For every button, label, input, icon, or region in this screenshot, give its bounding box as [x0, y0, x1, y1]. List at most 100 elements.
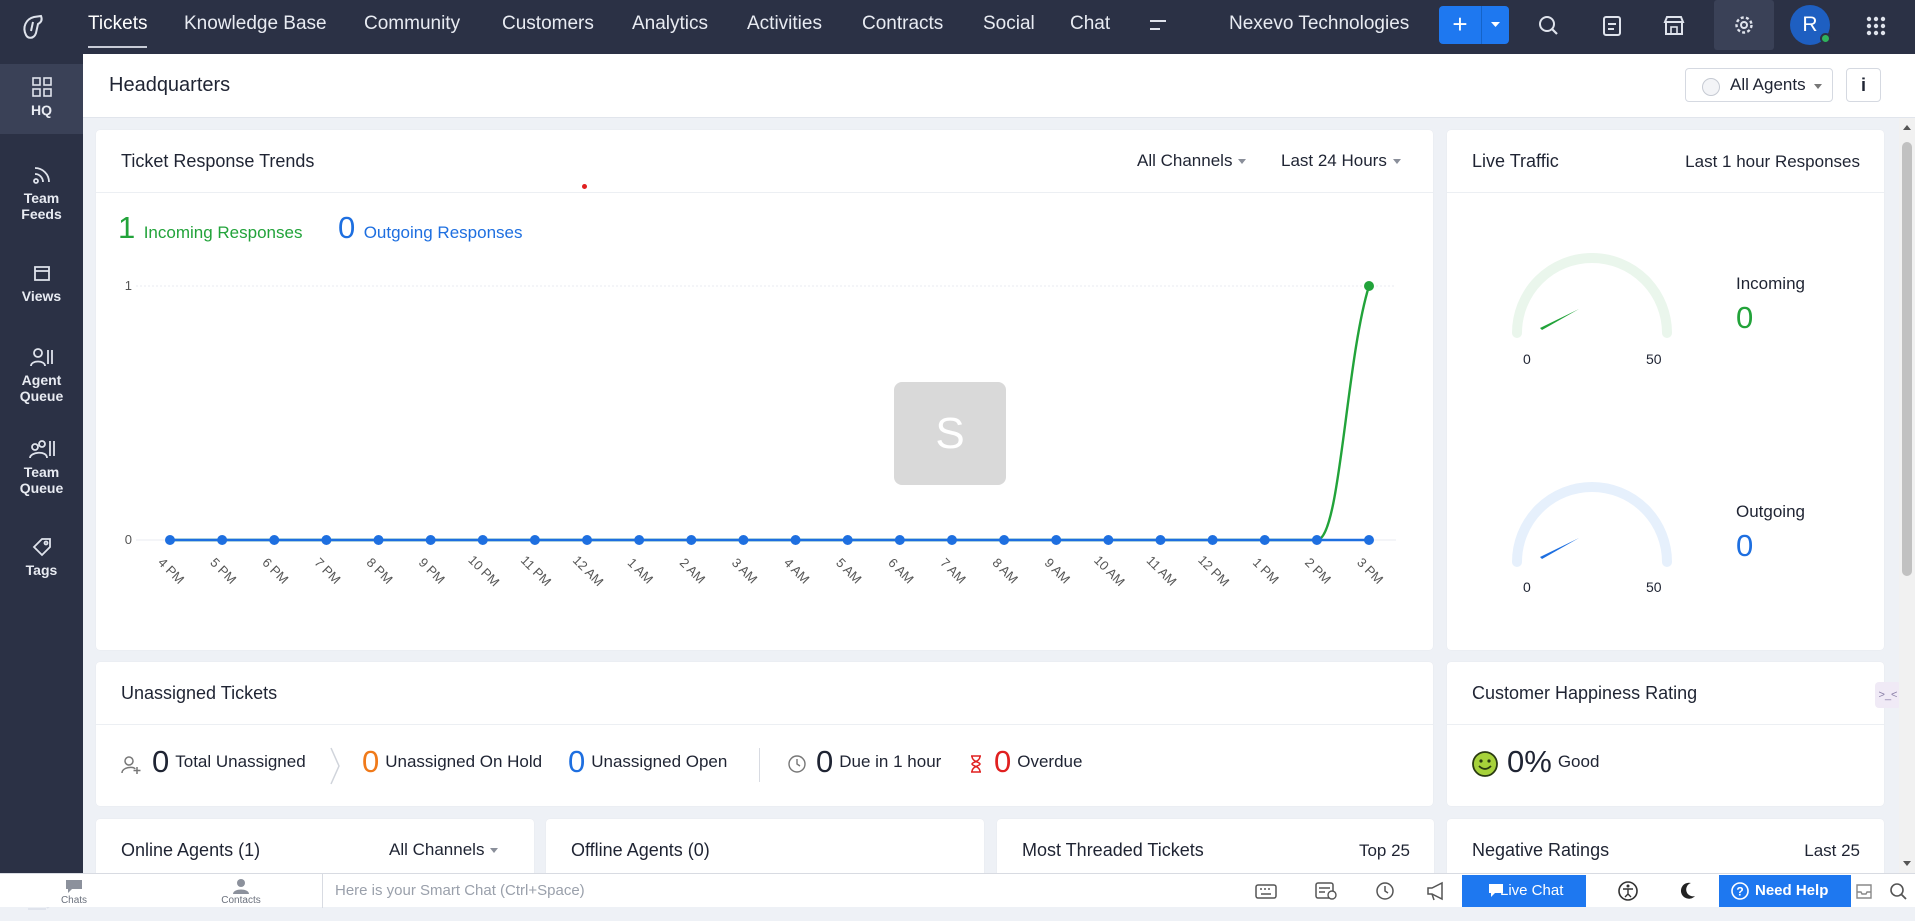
sidebar-item-views[interactable]: Views: [0, 262, 83, 304]
need-help-button[interactable]: ? Need Help: [1719, 875, 1851, 907]
tab-customers[interactable]: Customers: [502, 0, 594, 54]
sidebar-item-label: Team Queue: [19, 464, 64, 496]
x-tick-label: 8 PM: [364, 555, 396, 587]
scroll-up-arrow-icon[interactable]: [1901, 122, 1913, 132]
tab-chat[interactable]: Chat: [1070, 0, 1110, 54]
happiness-good-stat[interactable]: 0% Good: [1507, 744, 1599, 780]
caret-down-icon: [1491, 22, 1500, 27]
data-point: [634, 535, 645, 545]
gauge-max: 50: [1646, 579, 1662, 595]
chevron-right-icon: [330, 747, 340, 785]
smart-chat-input[interactable]: Here is your Smart Chat (Ctrl+Space): [322, 874, 1234, 908]
channel-filter-label: All Channels: [389, 840, 485, 859]
live-chat-icon: [1489, 884, 1503, 897]
unassigned-on-hold-stat[interactable]: 0 Unassigned On Hold: [362, 744, 542, 780]
live-chat-label: Live Chat: [1500, 882, 1564, 899]
tab-social[interactable]: Social: [983, 0, 1035, 54]
more-menu-icon[interactable]: [1148, 17, 1168, 33]
data-point: [999, 535, 1010, 545]
card-title: Most Threaded Tickets: [1022, 840, 1204, 860]
sidebar-item-agent-queue[interactable]: Agent Queue: [0, 346, 83, 404]
organization-name[interactable]: Nexevo Technologies: [1229, 0, 1409, 48]
clock-icon: [788, 755, 806, 773]
new-item-dropdown[interactable]: [1482, 6, 1509, 44]
bottom-search-icon[interactable]: [1886, 874, 1910, 908]
marketplace-icon[interactable]: [1656, 8, 1692, 44]
online-agents-channel-dropdown[interactable]: All Channels: [389, 840, 499, 860]
announcement-megaphone-icon[interactable]: [1424, 874, 1450, 908]
unassigned-user-icon: [121, 756, 141, 774]
tab-tickets[interactable]: Tickets: [88, 0, 148, 54]
response-trend-chart: 0 1 4 PM 5 PM 6 PM 7 PM 8 PM 9 PM 10 PM 11 PM 12 A…: [125, 278, 1396, 589]
accessibility-icon[interactable]: [1614, 874, 1642, 908]
apps-grid-icon[interactable]: [1858, 8, 1894, 44]
data-point: [217, 535, 228, 545]
sidebar-item-label: Views: [21, 288, 62, 304]
tab-analytics[interactable]: Analytics: [632, 0, 708, 54]
user-avatar[interactable]: R: [1790, 5, 1831, 45]
live-traffic-card: Live Traffic Last 1 hour Responses 0 50 …: [1447, 130, 1884, 650]
data-point: [946, 535, 957, 545]
x-tick-label: 4 PM: [155, 555, 187, 587]
page-scrollbar[interactable]: [1899, 118, 1915, 873]
stat-value: 0%: [1507, 744, 1552, 779]
y-tick-label: 0: [125, 532, 132, 547]
x-tick-label: 1 AM: [625, 555, 657, 587]
sidebar-item-team-queue[interactable]: Team Queue: [0, 438, 83, 496]
x-tick-label: 5 PM: [207, 555, 239, 587]
need-help-label: Need Help: [1755, 882, 1829, 899]
data-point: [1103, 535, 1114, 545]
live-traffic-period: Last 1 hour Responses: [1685, 152, 1860, 171]
notes-icon[interactable]: [1594, 8, 1630, 44]
x-tick-label: 11 AM: [1144, 553, 1180, 589]
x-tick-label: 11 PM: [518, 553, 554, 589]
chats-button[interactable]: Chats: [44, 874, 104, 908]
grid-icon: [31, 77, 52, 97]
unassigned-open-stat[interactable]: 0 Unassigned Open: [568, 744, 727, 780]
data-point: [1364, 535, 1374, 545]
settings-button[interactable]: [1714, 0, 1774, 50]
offline-agents-card: Offline Agents (0): [546, 819, 984, 879]
notifications-tray-icon[interactable]: [1852, 874, 1876, 908]
tab-community[interactable]: Community: [364, 0, 460, 54]
contacts-button[interactable]: Contacts: [210, 874, 272, 908]
new-item-button[interactable]: +: [1439, 6, 1509, 44]
x-tick-label: 6 PM: [259, 555, 291, 587]
total-unassigned-stat[interactable]: 0 Total Unassigned: [152, 744, 306, 780]
data-point: [686, 535, 697, 545]
gauge-max: 50: [1646, 351, 1662, 367]
scrollbar-thumb[interactable]: [1902, 142, 1912, 576]
sidebar-item-hq[interactable]: HQ: [0, 64, 83, 134]
x-tick-label: 8 AM: [989, 555, 1021, 587]
tab-contracts[interactable]: Contracts: [862, 0, 943, 54]
sidebar-item-team-feeds[interactable]: Team Feeds: [0, 164, 83, 222]
x-tick-label: 10 AM: [1091, 552, 1128, 589]
dark-mode-moon-icon[interactable]: [1675, 874, 1701, 908]
scroll-down-arrow-icon[interactable]: [1901, 859, 1913, 869]
history-clock-icon[interactable]: [1372, 874, 1398, 908]
due-in-1-hour-stat[interactable]: 0 Due in 1 hour: [816, 744, 941, 780]
live-chat-button[interactable]: Live Chat: [1462, 875, 1586, 907]
red-indicator-dot: [582, 184, 587, 189]
outgoing-gauge: [1512, 482, 1672, 567]
tab-knowledge-base[interactable]: Knowledge Base: [184, 0, 327, 54]
data-point: [738, 535, 749, 545]
agents-filter-dropdown[interactable]: All Agents: [1685, 68, 1833, 102]
stat-label: Unassigned On Hold: [385, 752, 543, 771]
side-assistant-tab-icon[interactable]: >_<: [1875, 682, 1901, 708]
sidebar-item-tags[interactable]: Tags: [0, 536, 83, 578]
plus-icon[interactable]: +: [1439, 6, 1481, 44]
keyboard-icon[interactable]: [1253, 874, 1279, 908]
schedule-icon[interactable]: [1313, 874, 1339, 908]
tab-activities[interactable]: Activities: [747, 0, 822, 54]
overdue-stat[interactable]: 0 Overdue: [994, 744, 1082, 780]
app-logo-icon[interactable]: [16, 9, 52, 45]
smiley-icon: [1472, 751, 1498, 777]
info-button[interactable]: i: [1846, 68, 1881, 102]
stat-label: Due in 1 hour: [839, 752, 942, 771]
agents-filter-label: All Agents: [1730, 75, 1806, 94]
stat-value: 0: [816, 744, 834, 779]
data-point: [373, 535, 384, 545]
data-point: [1051, 535, 1062, 545]
search-icon[interactable]: [1531, 8, 1567, 44]
